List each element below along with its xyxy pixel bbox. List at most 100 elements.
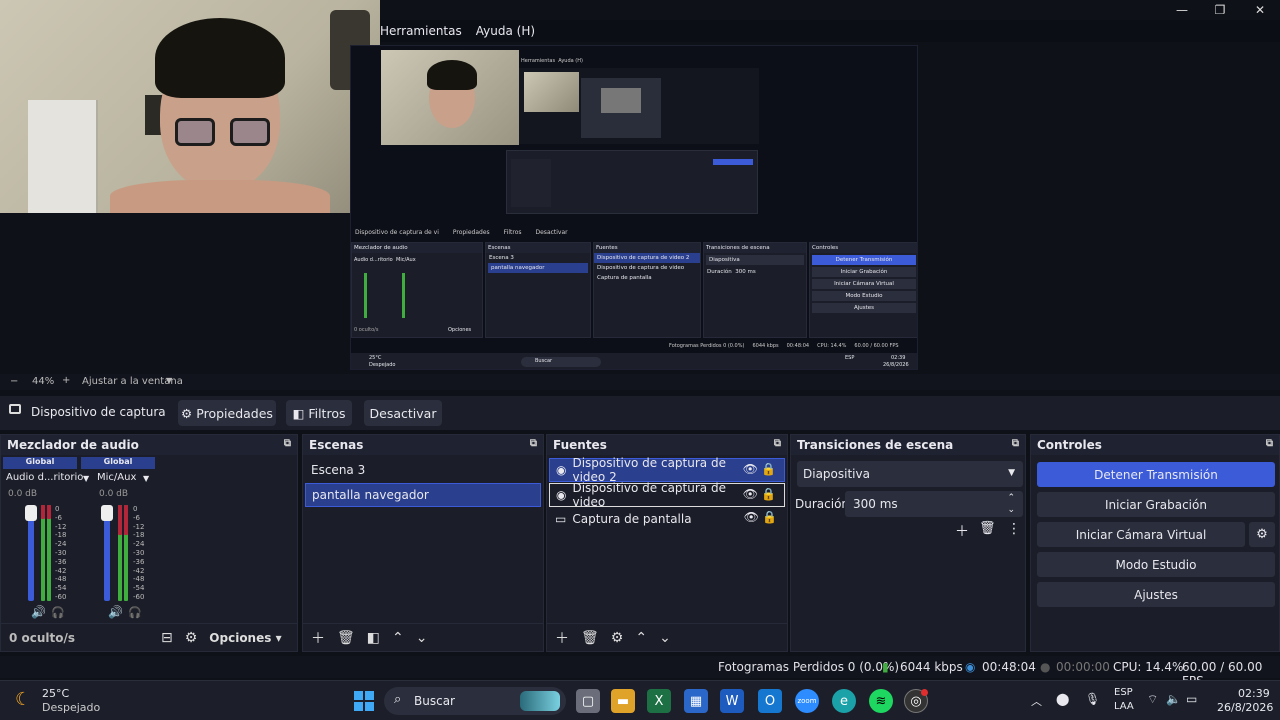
add-source-icon[interactable]: ＋ — [555, 628, 569, 648]
zoom-icon[interactable]: zoom — [795, 689, 819, 713]
channel-2-name[interactable]: Mic/Aux — [97, 472, 136, 483]
weather-desc[interactable]: Despejado — [42, 701, 100, 714]
deactivate-button[interactable]: Desactivar — [364, 400, 442, 426]
language-layout[interactable]: LAA — [1114, 701, 1134, 712]
volume-icon[interactable]: 🔈 — [1166, 692, 1181, 706]
selected-source-name: Dispositivo de captura de v — [31, 405, 166, 419]
channel-1-meter-peak-right — [47, 505, 51, 519]
virtual-camera-button[interactable]: Iniciar Cámara Virtual — [1037, 522, 1245, 547]
record-time: 00:00:00 — [1056, 660, 1110, 674]
stop-stream-button[interactable]: Detener Transmisión — [1037, 462, 1275, 487]
undock-icon[interactable]: ⧉ — [1266, 438, 1273, 449]
nested-transitions: Transiciones de escena Diapositiva Durac… — [703, 242, 807, 338]
audio-mixer-title: Mezclador de audio — [7, 438, 139, 452]
menu-herramientas[interactable]: Herramientas — [380, 24, 462, 38]
windows-start-icon[interactable] — [352, 689, 376, 713]
move-down-icon[interactable]: ⌄ — [416, 630, 428, 646]
transition-menu-icon[interactable]: ⋮ — [1007, 521, 1021, 537]
tray-chevron-up-icon[interactable]: ︿ — [1031, 693, 1042, 709]
advanced-audio-icon[interactable]: ⚙ — [185, 630, 198, 646]
store-icon[interactable]: ▦ — [684, 689, 708, 713]
maximize-button[interactable]: ❐ — [1200, 0, 1240, 20]
outlook-icon[interactable]: O — [758, 689, 782, 713]
properties-button[interactable]: ⚙ Propiedades — [178, 400, 276, 426]
microphone-icon[interactable]: 🎙 — [1085, 692, 1100, 706]
source-item[interactable]: ▭ Captura de pantalla 👁 🔒 — [549, 507, 785, 531]
signal-icon: ▮ — [882, 660, 889, 674]
headphones-icon[interactable]: 🎧 — [51, 606, 65, 619]
add-transition-icon[interactable]: ＋ — [955, 521, 969, 541]
nested-hair — [427, 60, 477, 90]
undock-icon[interactable]: ⧉ — [530, 438, 537, 449]
settings-button[interactable]: Ajustes — [1037, 582, 1275, 607]
virtual-camera-settings-icon[interactable]: ⚙ — [1249, 522, 1275, 547]
tray-app-icon[interactable]: ⬤ — [1056, 692, 1069, 706]
controls-dock: Controles ⧉ Detener Transmisión Iniciar G… — [1030, 434, 1280, 652]
preview-canvas[interactable]: Herramientas Ayuda (H) — ❐ ✕ Herramienta… — [0, 0, 1280, 374]
weather-moon-icon[interactable]: ☾ — [15, 689, 31, 710]
remove-scene-icon[interactable]: 🗑 — [337, 630, 355, 646]
weather-temp[interactable]: 25°C — [42, 687, 69, 700]
channel-2-scale: 0 -6 -12 -18 -24 -30 -36 -42 -48 -54 -60 — [133, 505, 145, 601]
layout-icon[interactable]: ⊟ — [161, 630, 173, 646]
minimize-button[interactable]: — — [1162, 0, 1202, 20]
add-scene-icon[interactable]: ＋ — [311, 628, 325, 648]
channel-1-fader-handle[interactable] — [25, 505, 37, 521]
channel-2-menu-icon[interactable]: ▼ — [143, 474, 149, 483]
scene-filters-icon[interactable]: ◧ — [367, 630, 380, 646]
move-down-icon[interactable]: ⌄ — [659, 630, 671, 646]
undock-icon[interactable]: ⧉ — [774, 438, 781, 449]
source-item-selected[interactable]: ◉ Dispositivo de captura de video 2 👁 🔒 — [549, 456, 785, 484]
undock-icon[interactable]: ⧉ — [284, 438, 291, 449]
visibility-eye-icon[interactable]: 👁 — [743, 487, 758, 501]
transition-type-select[interactable]: Diapositiva ▼ — [797, 461, 1023, 487]
remove-source-icon[interactable]: 🗑 — [581, 630, 599, 646]
source-label: Dispositivo de captura de video — [572, 481, 726, 509]
spotify-icon[interactable]: ≋ — [869, 689, 893, 713]
duration-stepper[interactable]: ⌃ ⌄ — [1007, 492, 1015, 516]
speaker-icon-2[interactable]: 🔊 — [108, 605, 123, 619]
clock-time[interactable]: 02:39 — [1238, 687, 1270, 700]
task-view-icon[interactable]: ▢ — [576, 689, 600, 713]
visibility-eye-icon[interactable]: 👁 — [743, 462, 758, 476]
move-up-icon[interactable]: ⌃ — [392, 630, 404, 646]
zoom-out-button[interactable]: − — [10, 376, 18, 387]
filters-button[interactable]: ◧ Filtros — [286, 400, 352, 426]
language-code[interactable]: ESP — [1114, 687, 1133, 698]
channel-1-name[interactable]: Audio d...ritorio — [6, 472, 83, 483]
source-item[interactable]: ◉ Dispositivo de captura de video 👁 🔒 — [549, 481, 785, 509]
controls-title: Controles — [1037, 438, 1102, 452]
wifi-icon[interactable]: ⌔ — [1147, 692, 1158, 707]
start-recording-button[interactable]: Iniciar Grabación — [1037, 492, 1275, 517]
edge-icon[interactable]: e — [832, 689, 856, 713]
channel-2-meter-peak-left — [118, 505, 122, 535]
lock-icon[interactable]: 🔒 — [761, 487, 776, 501]
channel-1-menu-icon[interactable]: ▼ — [83, 474, 89, 483]
duration-input[interactable]: 300 ms ⌃ ⌄ — [845, 491, 1023, 517]
lock-icon[interactable]: 🔒 — [761, 462, 776, 476]
clock-date[interactable]: 26/8/2026 — [1217, 701, 1273, 714]
file-explorer-icon[interactable]: ▬ — [611, 689, 635, 713]
close-button[interactable]: ✕ — [1240, 0, 1280, 20]
scene-item[interactable]: Escena 3 — [305, 458, 541, 482]
battery-icon[interactable]: ▭ — [1186, 692, 1197, 706]
visibility-eye-icon[interactable]: 👁 — [744, 510, 759, 524]
scene-item-selected[interactable]: pantalla navegador — [305, 483, 541, 507]
zoom-in-button[interactable]: + — [62, 375, 70, 386]
menu-ayuda[interactable]: Ayuda (H) — [476, 24, 535, 38]
move-up-icon[interactable]: ⌃ — [635, 630, 647, 646]
remove-transition-icon[interactable]: 🗑 — [979, 521, 996, 536]
word-icon[interactable]: W — [720, 689, 744, 713]
undock-icon[interactable]: ⧉ — [1012, 438, 1019, 449]
taskbar-search[interactable]: ⌕ Buscar — [384, 687, 566, 715]
options-button[interactable]: Opciones ▾ — [209, 631, 281, 645]
channel-2-fader-handle[interactable] — [101, 505, 113, 521]
zoom-dropdown-icon[interactable]: ▼ — [166, 376, 172, 385]
lock-icon[interactable]: 🔒 — [762, 510, 777, 524]
studio-mode-button[interactable]: Modo Estudio — [1037, 552, 1275, 577]
excel-icon[interactable]: X — [647, 689, 671, 713]
source-properties-icon[interactable]: ⚙ — [611, 630, 624, 646]
channel-2-db: 0.0 dB — [99, 489, 129, 499]
headphones-icon-2[interactable]: 🎧 — [128, 606, 142, 619]
speaker-icon[interactable]: 🔊 — [31, 605, 46, 619]
